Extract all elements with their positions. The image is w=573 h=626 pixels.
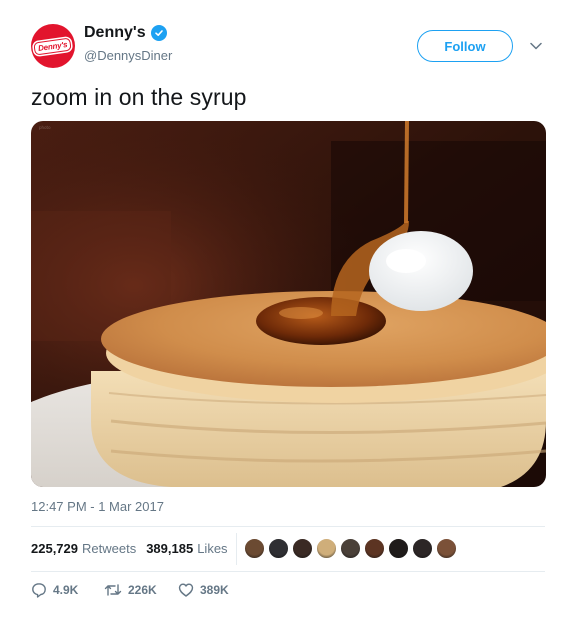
retweets-stat[interactable]: 225,729 Retweets — [31, 541, 136, 556]
liker-avatars — [244, 538, 457, 559]
reply-icon — [32, 583, 46, 598]
tweet-card: Denny's Denny's @DennysDiner Follow zoom… — [0, 0, 573, 626]
like-button[interactable]: 389K — [178, 582, 229, 598]
chevron-down-icon[interactable] — [528, 38, 544, 54]
liker-avatar[interactable] — [412, 538, 433, 559]
retweet-button[interactable]: 226K — [104, 582, 178, 598]
tweet-actions: 4.9K 226K 389K — [31, 582, 229, 598]
retweet-count: 226K — [128, 583, 157, 597]
retweets-label: Retweets — [82, 541, 137, 556]
reply-count: 4.9K — [53, 583, 79, 597]
reply-button[interactable]: 4.9K — [31, 582, 104, 598]
tweet-timestamp[interactable]: 12:47 PM - 1 Mar 2017 — [31, 499, 164, 514]
likes-label: Likes — [197, 541, 228, 556]
avatar[interactable]: Denny's — [31, 24, 75, 68]
liker-avatar[interactable] — [316, 538, 337, 559]
user-handle[interactable]: @DennysDiner — [84, 48, 172, 63]
divider — [31, 526, 545, 527]
pancake-photo: photo — [31, 121, 546, 487]
heart-icon — [178, 583, 194, 597]
stats-separator — [236, 533, 237, 565]
follow-button[interactable]: Follow — [417, 30, 513, 62]
verified-badge-icon — [150, 25, 167, 41]
liker-avatar[interactable] — [244, 538, 265, 559]
tweet-text: zoom in on the syrup — [31, 84, 247, 110]
name-row: Denny's — [84, 24, 172, 42]
likes-count: 389,185 — [146, 541, 194, 556]
user-block: Denny's @DennysDiner — [84, 24, 172, 63]
brand-logo: Denny's — [33, 36, 73, 56]
engagement-stats: 225,729 Retweets 389,185 Likes — [31, 541, 238, 556]
liker-avatar[interactable] — [436, 538, 457, 559]
divider — [31, 571, 545, 572]
like-count: 389K — [200, 583, 229, 597]
svg-text:photo: photo — [39, 125, 51, 130]
liker-avatar[interactable] — [388, 538, 409, 559]
tweet-photo[interactable]: photo — [31, 121, 546, 487]
liker-avatar[interactable] — [268, 538, 289, 559]
liker-avatar[interactable] — [364, 538, 385, 559]
retweet-icon — [104, 584, 122, 596]
retweets-count: 225,729 — [31, 541, 78, 556]
liker-avatar[interactable] — [292, 538, 313, 559]
liker-avatar[interactable] — [340, 538, 361, 559]
likes-stat[interactable]: 389,185 Likes — [146, 541, 227, 556]
display-name[interactable]: Denny's — [84, 24, 146, 42]
